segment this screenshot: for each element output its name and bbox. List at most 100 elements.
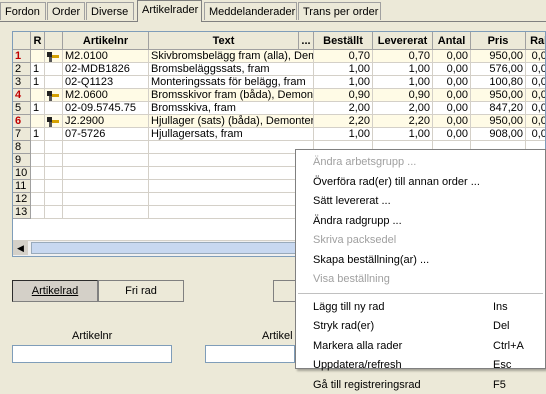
row-number[interactable]: 11	[13, 180, 31, 193]
cell-text[interactable]: Bromsskiva, fram	[149, 102, 314, 115]
cell-r[interactable]: 1	[31, 63, 45, 76]
cell-antal[interactable]: 0,00	[433, 115, 471, 128]
cell-bestallt[interactable]: 0,90	[314, 89, 373, 102]
cell-pris[interactable]: 908,00	[471, 128, 526, 141]
cell-rab[interactable]: 0,00	[526, 50, 545, 63]
cell-levererat[interactable]: 0,70	[373, 50, 433, 63]
cell-text[interactable]	[149, 193, 314, 206]
cell-pris[interactable]: 950,00	[471, 115, 526, 128]
cell-levererat[interactable]: 2,00	[373, 102, 433, 115]
scroll-left-icon[interactable]: ◀	[13, 241, 28, 255]
col-header-artikelnr[interactable]: Artikelnr	[63, 32, 149, 50]
cell-r[interactable]: 1	[31, 128, 45, 141]
cell-rab[interactable]: 0,00	[526, 76, 545, 89]
cell-icon[interactable]	[45, 193, 63, 206]
cell-bestallt[interactable]: 1,00	[314, 128, 373, 141]
cell-r[interactable]	[31, 154, 45, 167]
cell-icon[interactable]	[45, 167, 63, 180]
cell-r[interactable]	[31, 141, 45, 154]
cell-pris[interactable]: 847,20	[471, 102, 526, 115]
cell-rab[interactable]: 0,00	[526, 89, 545, 102]
menu-item[interactable]: Ändra radgrupp ...	[296, 212, 545, 230]
cell-icon[interactable]	[45, 115, 63, 128]
scrollbar-thumb[interactable]	[31, 242, 331, 254]
menu-item[interactable]: Sätt levererat ...	[296, 192, 545, 210]
menu-item[interactable]: Uppdatera/refresh Esc	[296, 356, 545, 374]
cell-antal[interactable]: 0,00	[433, 128, 471, 141]
cell-artikelnr[interactable]: 07-5726	[63, 128, 149, 141]
cell-pris[interactable]: 950,00	[471, 50, 526, 63]
cell-antal[interactable]: 0,00	[433, 89, 471, 102]
cell-antal[interactable]: 0,00	[433, 102, 471, 115]
col-header-more[interactable]: ...	[299, 32, 314, 50]
cell-r[interactable]	[31, 206, 45, 219]
cell-artikelnr[interactable]	[63, 167, 149, 180]
cell-antal[interactable]: 0,00	[433, 63, 471, 76]
cell-artikelnr[interactable]: 02-Q1123	[63, 76, 149, 89]
cell-pris[interactable]: 100,80	[471, 76, 526, 89]
row-number[interactable]: 3	[13, 76, 31, 89]
cell-r[interactable]	[31, 193, 45, 206]
cell-levererat[interactable]: 1,00	[373, 63, 433, 76]
cell-icon[interactable]	[45, 76, 63, 89]
row-number[interactable]: 9	[13, 154, 31, 167]
cell-text[interactable]: Bromsskivor fram (båda), Demont	[149, 89, 314, 102]
cell-icon[interactable]	[45, 128, 63, 141]
col-header-bestallt[interactable]: Beställt	[314, 32, 373, 50]
cell-text[interactable]: Skivbromsbelägg fram (alla), Demon	[149, 50, 314, 63]
col-header-levererat[interactable]: Levererat	[373, 32, 433, 50]
cell-artikelnr[interactable]	[63, 154, 149, 167]
col-header-pris[interactable]: Pris	[471, 32, 526, 50]
row-number[interactable]: 13	[13, 206, 31, 219]
cell-r[interactable]	[31, 167, 45, 180]
cell-icon[interactable]	[45, 50, 63, 63]
cell-icon[interactable]	[45, 154, 63, 167]
tab-order[interactable]: Order	[47, 2, 85, 20]
cell-text[interactable]	[149, 180, 314, 193]
cell-artikelnr[interactable]: J2.2900	[63, 115, 149, 128]
cell-r[interactable]	[31, 180, 45, 193]
cell-icon[interactable]	[45, 180, 63, 193]
col-header-rab[interactable]: Rab	[526, 32, 545, 50]
menu-item[interactable]: Skapa beställning(ar) ...	[296, 251, 545, 269]
row-number[interactable]: 4	[13, 89, 31, 102]
cell-text[interactable]: Hjullager (sats) (båda), Demonteri	[149, 115, 314, 128]
cell-r[interactable]	[31, 50, 45, 63]
cell-bestallt[interactable]: 1,00	[314, 63, 373, 76]
row-number[interactable]: 10	[13, 167, 31, 180]
cell-bestallt[interactable]: 0,70	[314, 50, 373, 63]
cell-artikelnr[interactable]	[63, 180, 149, 193]
cell-antal[interactable]: 0,00	[433, 76, 471, 89]
cell-text[interactable]	[149, 154, 314, 167]
cell-artikelnr[interactable]: 02-MDB1826	[63, 63, 149, 76]
row-number[interactable]: 7	[13, 128, 31, 141]
row-number[interactable]: 12	[13, 193, 31, 206]
cell-icon[interactable]	[45, 206, 63, 219]
cell-artikelnr[interactable]: M2.0600	[63, 89, 149, 102]
row-number[interactable]: 5	[13, 102, 31, 115]
tab-diverse[interactable]: Diverse	[86, 2, 134, 20]
cell-text[interactable]: Hjullagersats, fram	[149, 128, 314, 141]
tab-artikelrader[interactable]: Artikelrader	[137, 0, 202, 22]
cell-rab[interactable]: 0,00	[526, 63, 545, 76]
cell-artikelnr[interactable]	[63, 193, 149, 206]
col-header-antal[interactable]: Antal	[433, 32, 471, 50]
cell-bestallt[interactable]: 1,00	[314, 76, 373, 89]
cell-levererat[interactable]: 1,00	[373, 76, 433, 89]
cell-levererat[interactable]: 1,00	[373, 128, 433, 141]
menu-item[interactable]: Lägg till ny rad Ins	[296, 298, 545, 316]
cell-bestallt[interactable]: 2,00	[314, 102, 373, 115]
cell-icon[interactable]	[45, 141, 63, 154]
artikelrad-button[interactable]: Artikelrad	[12, 280, 98, 302]
artikel-input-2[interactable]	[205, 345, 295, 363]
fri-rad-button[interactable]: Fri rad	[98, 280, 184, 302]
col-header-icon[interactable]	[45, 32, 63, 50]
cell-levererat[interactable]: 2,20	[373, 115, 433, 128]
menu-item[interactable]: Överföra rad(er) till annan order ...	[296, 173, 545, 191]
cell-rab[interactable]: 0,00	[526, 102, 545, 115]
cell-r[interactable]: 1	[31, 102, 45, 115]
row-number[interactable]: 1	[13, 50, 31, 63]
cell-artikelnr[interactable]: M2.0100	[63, 50, 149, 63]
cell-pris[interactable]: 576,00	[471, 63, 526, 76]
cell-rab[interactable]: 0,00	[526, 128, 545, 141]
